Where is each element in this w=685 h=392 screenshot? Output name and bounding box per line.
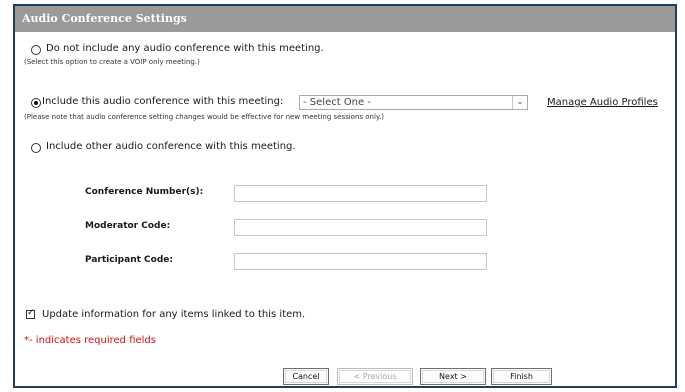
checkmark-icon: ✓: [27, 308, 35, 318]
participant-code-label: Participant Code:: [85, 255, 173, 265]
manage-audio-profiles-link[interactable]: Manage Audio Profiles: [547, 97, 658, 108]
radio-no-audio-note: (Select this option to create a VOIP onl…: [24, 58, 200, 66]
required-fields-note: *- indicates required fields: [24, 335, 156, 346]
radio-include-audio[interactable]: [31, 98, 41, 108]
cancel-button[interactable]: Cancel: [283, 368, 329, 385]
finish-button[interactable]: Finish: [491, 368, 552, 385]
conference-number-label: Conference Number(s):: [85, 187, 204, 197]
participant-code-input[interactable]: [234, 253, 487, 270]
audio-profile-select[interactable]: - Select One - ⌄: [299, 95, 528, 110]
radio-other-audio[interactable]: [31, 143, 41, 153]
audio-profile-select-value: - Select One -: [303, 97, 371, 108]
moderator-code-input[interactable]: [234, 219, 487, 236]
previous-button[interactable]: < Previous: [337, 368, 413, 385]
moderator-code-label: Moderator Code:: [85, 221, 171, 231]
update-linked-items-label: Update information for any items linked …: [42, 309, 306, 320]
panel-title: Audio Conference Settings: [15, 6, 675, 32]
chevron-down-icon[interactable]: ⌄: [512, 96, 527, 109]
conference-number-input[interactable]: [234, 185, 487, 202]
radio-other-audio-label: Include other audio conference with this…: [46, 141, 296, 152]
radio-include-audio-note: (Please note that audio conference setti…: [24, 113, 385, 121]
update-linked-items-checkbox[interactable]: ✓: [26, 308, 35, 319]
radio-include-audio-label: Include this audio conference with this …: [42, 96, 284, 107]
next-button[interactable]: Next >: [420, 368, 486, 385]
radio-no-audio[interactable]: [31, 45, 41, 55]
radio-no-audio-label: Do not include any audio conference with…: [46, 43, 324, 54]
